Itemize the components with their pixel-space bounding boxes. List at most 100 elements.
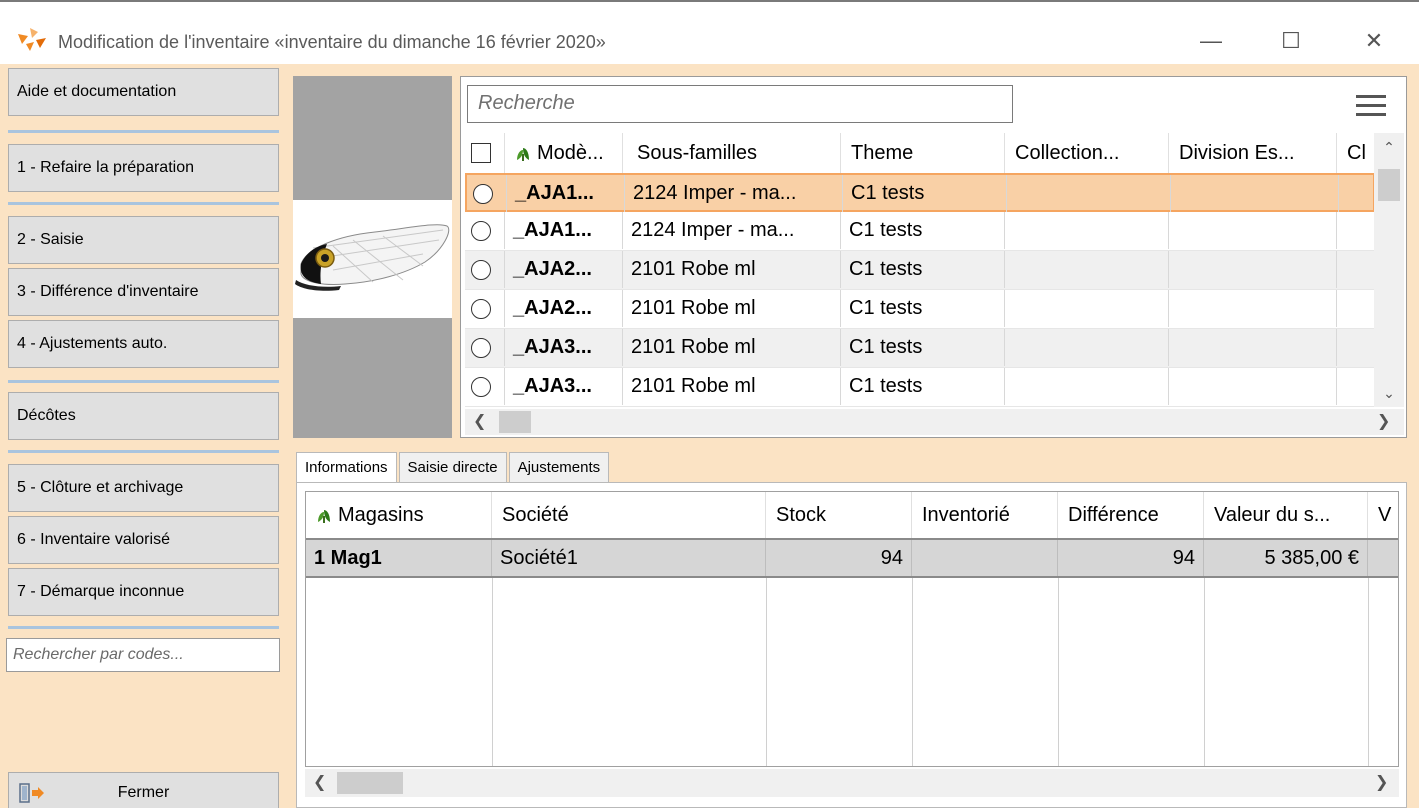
scroll-thumb[interactable] bbox=[1378, 169, 1400, 201]
horizontal-scrollbar[interactable]: ❮ ❯ bbox=[305, 769, 1399, 797]
vertical-scrollbar[interactable]: ⌃ ⌄ bbox=[1374, 133, 1404, 407]
info-panel: Magasins Société Stock Inventorié Différ… bbox=[296, 482, 1407, 808]
scroll-down-icon[interactable]: ⌄ bbox=[1374, 385, 1404, 402]
closing-archiving-button[interactable]: 5 - Clôture et archivage bbox=[8, 464, 279, 512]
cell-inventoried bbox=[912, 540, 1058, 576]
cell-cl bbox=[1337, 329, 1375, 366]
separator bbox=[8, 202, 279, 205]
cell-model: _AJA2... bbox=[505, 290, 623, 327]
column-divider bbox=[492, 578, 493, 766]
scroll-right-icon[interactable]: ❯ bbox=[1377, 411, 1390, 431]
row-radio[interactable] bbox=[471, 338, 491, 358]
row-radio-cell[interactable] bbox=[465, 290, 505, 327]
cell-company: Société1 bbox=[492, 540, 766, 576]
tab-bar: Informations Saisie directe Ajustements bbox=[296, 452, 611, 484]
app-logo-icon bbox=[18, 28, 46, 51]
select-all-checkbox[interactable] bbox=[471, 143, 491, 163]
help-documentation-button[interactable]: Aide et documentation bbox=[8, 68, 279, 116]
cell-store: 1 Mag1 bbox=[306, 540, 492, 576]
cell-division bbox=[1169, 251, 1337, 288]
scroll-thumb[interactable] bbox=[337, 772, 403, 794]
table-row[interactable]: _AJA3... 2101 Robe ml C1 tests bbox=[465, 368, 1375, 407]
column-header-company[interactable]: Société bbox=[492, 492, 766, 538]
auto-adjustments-button[interactable]: 4 - Ajustements auto. bbox=[8, 320, 279, 368]
column-header-cl[interactable]: Cl bbox=[1337, 133, 1375, 173]
cell-collection bbox=[1005, 212, 1169, 249]
valued-inventory-button[interactable]: 6 - Inventaire valorisé bbox=[8, 516, 279, 564]
table-row[interactable]: 1 Mag1 Société1 94 94 5 385,00 € bbox=[306, 538, 1398, 578]
scroll-left-icon[interactable]: ❮ bbox=[473, 411, 486, 431]
cell-collection bbox=[1007, 175, 1171, 212]
column-divider bbox=[912, 578, 913, 766]
row-radio-cell[interactable] bbox=[465, 212, 505, 249]
minimize-button[interactable]: — bbox=[1188, 24, 1234, 58]
cell-collection bbox=[1005, 329, 1169, 366]
redo-preparation-button[interactable]: 1 - Refaire la préparation bbox=[8, 144, 279, 192]
cell-model: _AJA2... bbox=[505, 251, 623, 288]
cell-division bbox=[1169, 212, 1337, 249]
cell-v bbox=[1368, 540, 1398, 576]
product-search-input[interactable]: Recherche bbox=[467, 85, 1013, 123]
row-radio-cell[interactable] bbox=[465, 251, 505, 288]
column-header-model[interactable]: Modè... bbox=[505, 133, 623, 173]
cell-collection bbox=[1005, 290, 1169, 327]
cell-division bbox=[1169, 368, 1337, 405]
tab-direct-entry[interactable]: Saisie directe bbox=[398, 452, 507, 482]
tab-adjustments[interactable]: Ajustements bbox=[508, 452, 610, 482]
separator bbox=[8, 130, 279, 133]
column-header-stores[interactable]: Magasins bbox=[306, 492, 492, 538]
separator bbox=[8, 380, 279, 383]
scroll-up-icon[interactable]: ⌃ bbox=[1374, 139, 1404, 156]
maximize-button[interactable]: ☐ bbox=[1268, 24, 1314, 58]
row-radio[interactable] bbox=[471, 221, 491, 241]
column-header-sub-families[interactable]: Sous-familles bbox=[623, 133, 841, 173]
column-divider bbox=[766, 578, 767, 766]
plant-icon bbox=[318, 509, 330, 523]
row-radio-cell[interactable] bbox=[465, 368, 505, 405]
window-client: Aide et documentation 1 - Refaire la pré… bbox=[0, 64, 1419, 808]
table-row[interactable]: _AJA2... 2101 Robe ml C1 tests bbox=[465, 290, 1375, 329]
scroll-thumb[interactable] bbox=[499, 411, 531, 433]
column-header-collection[interactable]: Collection... bbox=[1005, 133, 1169, 173]
column-header-division[interactable]: Division Es... bbox=[1169, 133, 1337, 173]
row-radio-cell[interactable] bbox=[467, 175, 507, 212]
select-all-checkbox-cell[interactable] bbox=[465, 133, 505, 173]
table-row[interactable]: _AJA3... 2101 Robe ml C1 tests bbox=[465, 329, 1375, 368]
shoe-image bbox=[295, 224, 450, 291]
column-divider bbox=[1058, 578, 1059, 766]
cell-theme: C1 tests bbox=[841, 251, 1005, 288]
tab-informations[interactable]: Informations bbox=[296, 452, 397, 484]
scroll-left-icon[interactable]: ❮ bbox=[313, 772, 326, 792]
close-button[interactable]: Fermer bbox=[8, 772, 279, 808]
row-radio[interactable] bbox=[471, 299, 491, 319]
row-radio[interactable] bbox=[473, 184, 493, 204]
column-header-difference[interactable]: Différence bbox=[1058, 492, 1204, 538]
scroll-right-icon[interactable]: ❯ bbox=[1375, 772, 1388, 792]
horizontal-scrollbar[interactable]: ❮ ❯ bbox=[465, 409, 1404, 435]
entry-button[interactable]: 2 - Saisie bbox=[8, 216, 279, 264]
row-radio-cell[interactable] bbox=[465, 329, 505, 366]
close-window-button[interactable]: ✕ bbox=[1351, 24, 1397, 58]
inventory-difference-button[interactable]: 3 - Différence d'inventaire bbox=[8, 268, 279, 316]
cell-theme: C1 tests bbox=[843, 175, 1007, 212]
column-header-theme[interactable]: Theme bbox=[841, 133, 1005, 173]
table-row[interactable]: _AJA1... 2124 Imper - ma... C1 tests bbox=[465, 212, 1375, 251]
cell-cl bbox=[1337, 251, 1375, 288]
row-radio[interactable] bbox=[471, 377, 491, 397]
column-header-inventoried[interactable]: Inventorié bbox=[912, 492, 1058, 538]
cell-sub-family: 2101 Robe ml bbox=[623, 368, 841, 405]
cell-stock-value: 5 385,00 € bbox=[1204, 540, 1368, 576]
hamburger-menu-icon[interactable] bbox=[1354, 91, 1388, 121]
cell-stock: 94 bbox=[766, 540, 912, 576]
column-header-v[interactable]: V bbox=[1368, 492, 1398, 538]
cell-sub-family: 2124 Imper - ma... bbox=[625, 175, 843, 212]
table-row[interactable]: _AJA1... 2124 Imper - ma... C1 tests bbox=[465, 173, 1375, 212]
unknown-shrinkage-button[interactable]: 7 - Démarque inconnue bbox=[8, 568, 279, 616]
column-header-stock-value[interactable]: Valeur du s... bbox=[1204, 492, 1368, 538]
code-search-input[interactable]: Rechercher par codes... bbox=[6, 638, 280, 672]
decotes-button[interactable]: Décôtes bbox=[8, 392, 279, 440]
column-header-stock[interactable]: Stock bbox=[766, 492, 912, 538]
row-radio[interactable] bbox=[471, 260, 491, 280]
table-row[interactable]: _AJA2... 2101 Robe ml C1 tests bbox=[465, 251, 1375, 290]
title-bar: Modification de l'inventaire «inventaire… bbox=[0, 0, 1419, 64]
